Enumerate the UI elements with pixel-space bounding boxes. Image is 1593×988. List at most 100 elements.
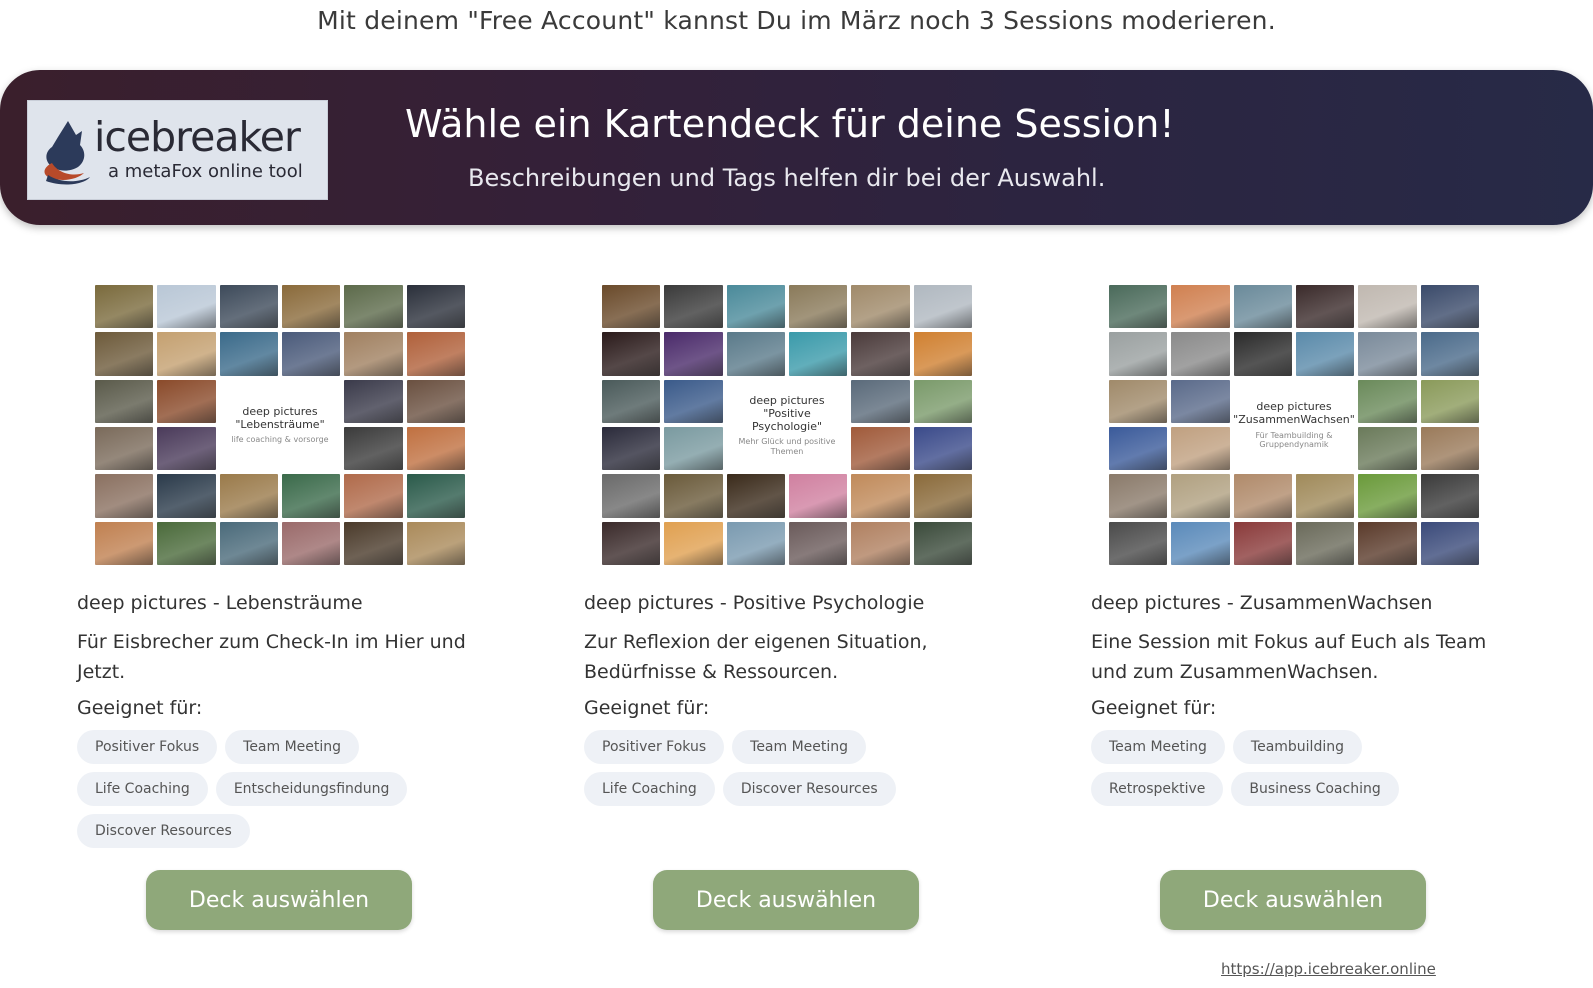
select-deck-button[interactable]: Deck auswählen xyxy=(146,870,412,930)
photo-tile xyxy=(788,521,848,565)
tag-discover-resources: Discover Resources xyxy=(722,772,896,806)
photo-tile xyxy=(406,379,465,423)
photo-tile xyxy=(281,285,341,329)
deck-tags: Team Meeting Teambuilding Retrospektive … xyxy=(1091,730,1451,806)
photo-tile xyxy=(913,474,972,518)
deck-cover-subtitle: Für Teambuilding & Gruppendynamik xyxy=(1255,430,1333,450)
header-banner: icebreaker a metaFox online tool Wähle e… xyxy=(0,70,1593,225)
photo-tile xyxy=(157,474,216,518)
fox-icon xyxy=(44,121,90,185)
photo-tile xyxy=(602,332,661,376)
deck-cover-subtitle: Mehr Glück und positive Themen xyxy=(738,437,836,456)
photo-tile xyxy=(664,474,723,518)
tag-teambuilding: Teambuilding xyxy=(1232,730,1362,764)
photo-tile xyxy=(1358,332,1417,376)
photo-tile xyxy=(1420,332,1479,376)
deck-description: Zur Reflexion der eigenen Situation, Bed… xyxy=(584,631,928,683)
tag-positiver-fokus: Positiver Fokus xyxy=(584,730,725,764)
deck-cover-label: deep pictures "ZusammenWachsen" Für Team… xyxy=(1233,379,1355,471)
photo-tile xyxy=(788,332,848,376)
deck-description: Für Eisbrecher zum Check-In im Hier und … xyxy=(77,631,466,683)
tag-business-coaching: Business Coaching xyxy=(1231,772,1399,806)
photo-tile xyxy=(344,474,403,518)
photo-tile xyxy=(664,379,723,423)
select-deck-button[interactable]: Deck auswählen xyxy=(653,870,919,930)
photo-tile xyxy=(913,426,972,471)
photo-tile xyxy=(913,332,972,376)
photo-tile xyxy=(1109,379,1168,423)
photo-tile xyxy=(664,521,723,565)
photo-tile xyxy=(1109,521,1168,565)
deck-thumbnail: deep pictures "ZusammenWachsen" Für Team… xyxy=(1109,285,1479,565)
photo-tile xyxy=(1420,285,1479,329)
suited-label: Geeignet für: xyxy=(1091,697,1217,719)
photo-tile xyxy=(344,426,403,471)
photo-tile xyxy=(1358,426,1417,471)
logo-tagline: a metaFox online tool xyxy=(108,161,303,182)
photo-tile xyxy=(157,521,216,565)
photo-tile xyxy=(1233,474,1292,518)
photo-tile xyxy=(726,285,785,329)
photo-tile xyxy=(726,521,785,565)
photo-tile xyxy=(219,285,278,329)
photo-tile xyxy=(281,332,341,376)
tag-team-meeting: Team Meeting xyxy=(1091,730,1225,764)
photo-tile xyxy=(95,332,154,376)
photo-tile xyxy=(1233,285,1292,329)
deck-description: Eine Session mit Fokus auf Euch als Team… xyxy=(1091,631,1487,683)
page-subtitle: Beschreibungen und Tags helfen dir bei d… xyxy=(468,164,1106,192)
photo-tile xyxy=(1420,474,1479,518)
photo-tile xyxy=(1171,332,1230,376)
suited-label: Geeignet für: xyxy=(77,697,203,719)
photo-tile xyxy=(913,379,972,423)
photo-tile xyxy=(851,285,910,329)
logo-wordmark: icebreaker xyxy=(94,113,301,161)
deck-tags: Positiver Fokus Team Meeting Life Coachi… xyxy=(77,730,437,848)
tag-life-coaching: Life Coaching xyxy=(77,772,208,806)
photo-tile xyxy=(1109,285,1168,329)
photo-tile xyxy=(1171,426,1230,471)
free-account-notice: Mit deinem "Free Account" kannst Du im M… xyxy=(317,6,1276,35)
photo-tile xyxy=(281,521,341,565)
photo-tile xyxy=(406,285,465,329)
photo-tile xyxy=(602,285,661,329)
photo-tile xyxy=(1295,474,1355,518)
photo-tile xyxy=(1295,521,1355,565)
photo-tile xyxy=(1233,332,1292,376)
tag-life-coaching: Life Coaching xyxy=(584,772,715,806)
tag-retrospektive: Retrospektive xyxy=(1091,772,1224,806)
photo-tile xyxy=(1171,379,1230,423)
footer-url-link[interactable]: https://app.icebreaker.online xyxy=(1221,960,1436,978)
photo-tile xyxy=(95,379,154,423)
photo-tile xyxy=(219,332,278,376)
photo-tile xyxy=(664,285,723,329)
photo-tile xyxy=(1233,521,1292,565)
photo-tile xyxy=(851,426,910,471)
tag-positiver-fokus: Positiver Fokus xyxy=(77,730,218,764)
photo-tile xyxy=(1109,332,1168,376)
photo-tile xyxy=(1109,426,1168,471)
photo-tile xyxy=(406,521,465,565)
photo-tile xyxy=(1171,521,1230,565)
photo-tile xyxy=(1171,474,1230,518)
photo-tile xyxy=(1295,285,1355,329)
photo-tile xyxy=(157,332,216,376)
photo-tile xyxy=(1358,474,1417,518)
photo-tile xyxy=(913,285,972,329)
select-deck-button[interactable]: Deck auswählen xyxy=(1160,870,1426,930)
tag-discover-resources: Discover Resources xyxy=(77,814,250,848)
photo-tile xyxy=(344,285,403,329)
deck-thumbnail: deep pictures "Positive Psychologie" Meh… xyxy=(602,285,972,565)
deck-cover-title: deep pictures "Positive Psychologie" xyxy=(749,393,825,433)
photo-tile xyxy=(1420,521,1479,565)
photo-tile xyxy=(913,521,972,565)
deck-thumbnail: deep pictures "Lebensträume" life coachi… xyxy=(95,285,465,565)
deck-title: deep pictures - ZusammenWachsen xyxy=(1091,592,1433,614)
photo-tile xyxy=(602,521,661,565)
photo-tile xyxy=(726,474,785,518)
photo-tile xyxy=(344,521,403,565)
deck-cover-label: deep pictures "Positive Psychologie" Meh… xyxy=(726,379,848,471)
photo-tile xyxy=(344,379,403,423)
deck-cover-title: deep pictures "Lebensträume" xyxy=(235,405,325,432)
icebreaker-logo[interactable]: icebreaker a metaFox online tool xyxy=(27,100,328,200)
